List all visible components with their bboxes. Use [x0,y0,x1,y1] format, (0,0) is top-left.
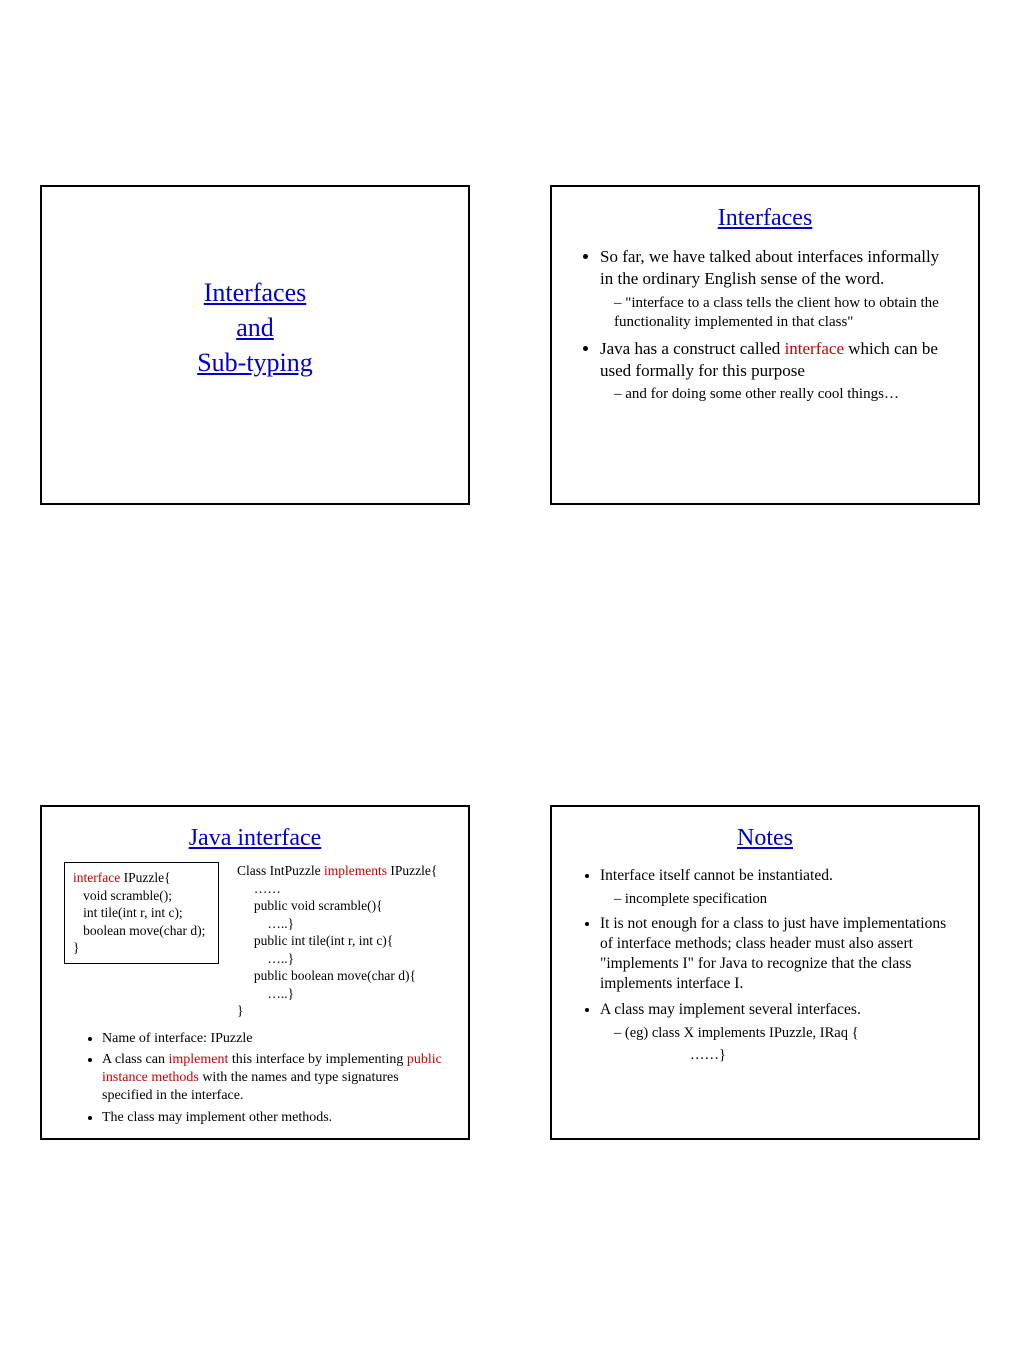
slide3-bullets: Name of interface: IPuzzle A class can i… [64,1030,446,1127]
class-head-a: Class IntPuzzle [237,863,324,878]
bullet: The class may implement other methods. [102,1109,446,1127]
title-line-3: Sub-typing [197,345,313,380]
bullet-text-a: Java has a construct called [600,339,785,358]
keyword-interface: interface [785,339,844,358]
kw-interface: interface [73,870,120,885]
t: A class can [102,1052,168,1067]
eg-continuation: ……} [600,1046,956,1065]
code-row: interface IPuzzle{ void scramble(); int … [64,862,446,1020]
sub-bullet: (eg) class X implements IPuzzle, IRaq { [614,1024,956,1043]
slide2-title: Interfaces [574,205,956,232]
slide3-title: Java interface [64,825,446,852]
slide-java-interface: Java interface interface IPuzzle{ void s… [40,805,470,1140]
bullet: Java has a construct called interface wh… [600,338,956,405]
slide-row-2: Java interface interface IPuzzle{ void s… [0,505,1020,1140]
slide4-bullets: Interface itself cannot be instantiated.… [574,866,956,1065]
bullet: Interface itself cannot be instantiated.… [600,866,956,908]
page: Interfaces and Sub-typing Interfaces So … [0,0,1020,1360]
class-code: Class IntPuzzle implements IPuzzle{ …… p… [237,862,446,1020]
bullet: A class may implement several interfaces… [600,1000,956,1065]
slide-interfaces: Interfaces So far, we have talked about … [550,185,980,505]
slide-title: Interfaces and Sub-typing [40,185,470,505]
kw-implement: implement [168,1052,228,1067]
bullet-text: A class may implement several interfaces… [600,1001,861,1018]
sub-bullet: and for doing some other really cool thi… [614,385,956,404]
slide-notes: Notes Interface itself cannot be instant… [550,805,980,1140]
bullet: A class can implement this interface by … [102,1051,446,1106]
title-line-2: and [236,310,274,345]
sub-bullets: (eg) class X implements IPuzzle, IRaq { [600,1024,956,1043]
bullet: Name of interface: IPuzzle [102,1030,446,1048]
slide-row-1: Interfaces and Sub-typing Interfaces So … [0,0,1020,505]
bullet-text: Interface itself cannot be instantiated. [600,867,833,884]
slide4-title: Notes [574,825,956,852]
sub-bullets: incomplete specification [600,890,956,909]
title-block: Interfaces and Sub-typing [64,205,446,485]
sub-bullet: "interface to a class tells the client h… [614,294,956,332]
bullet: It is not enough for a class to just hav… [600,914,956,993]
title-line-1: Interfaces [204,275,306,310]
sub-bullets: "interface to a class tells the client h… [600,294,956,332]
sub-bullets: and for doing some other really cool thi… [600,385,956,404]
interface-code-box: interface IPuzzle{ void scramble(); int … [64,862,219,964]
class-body: IPuzzle{ …… public void scramble(){ …..}… [237,863,437,1018]
bullet-text: So far, we have talked about interfaces … [600,247,939,288]
t: this interface by implementing [228,1052,406,1067]
bullet: So far, we have talked about interfaces … [600,246,956,332]
sub-bullet: incomplete specification [614,890,956,909]
kw-implements: implements [324,863,387,878]
slide2-bullets: So far, we have talked about interfaces … [574,246,956,405]
